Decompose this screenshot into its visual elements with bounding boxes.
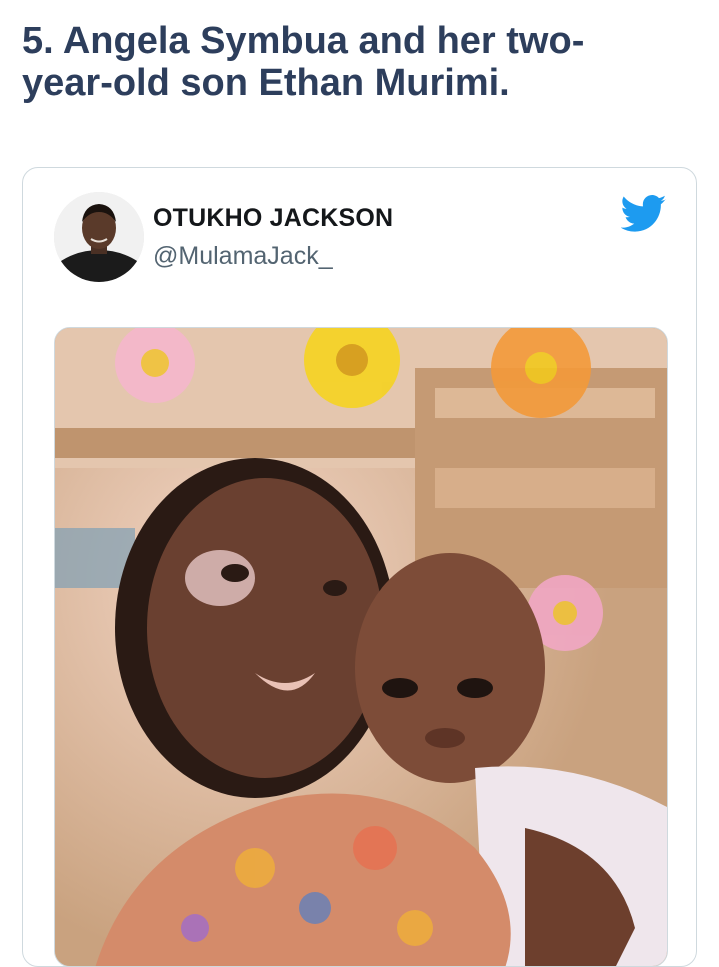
- author-avatar[interactable]: [54, 192, 144, 282]
- author-name[interactable]: OTUKHO JACKSON: [153, 204, 393, 233]
- article-headline: 5. Angela Symbua and her two-year-old so…: [22, 20, 585, 104]
- author-handle[interactable]: @MulamaJack_: [153, 242, 333, 271]
- twitter-bird-icon[interactable]: [620, 194, 667, 234]
- tweet-photo-image: [55, 328, 667, 966]
- embedded-tweet-card[interactable]: OTUKHO JACKSON @MulamaJack_: [22, 167, 697, 967]
- tweet-photo[interactable]: [54, 327, 668, 967]
